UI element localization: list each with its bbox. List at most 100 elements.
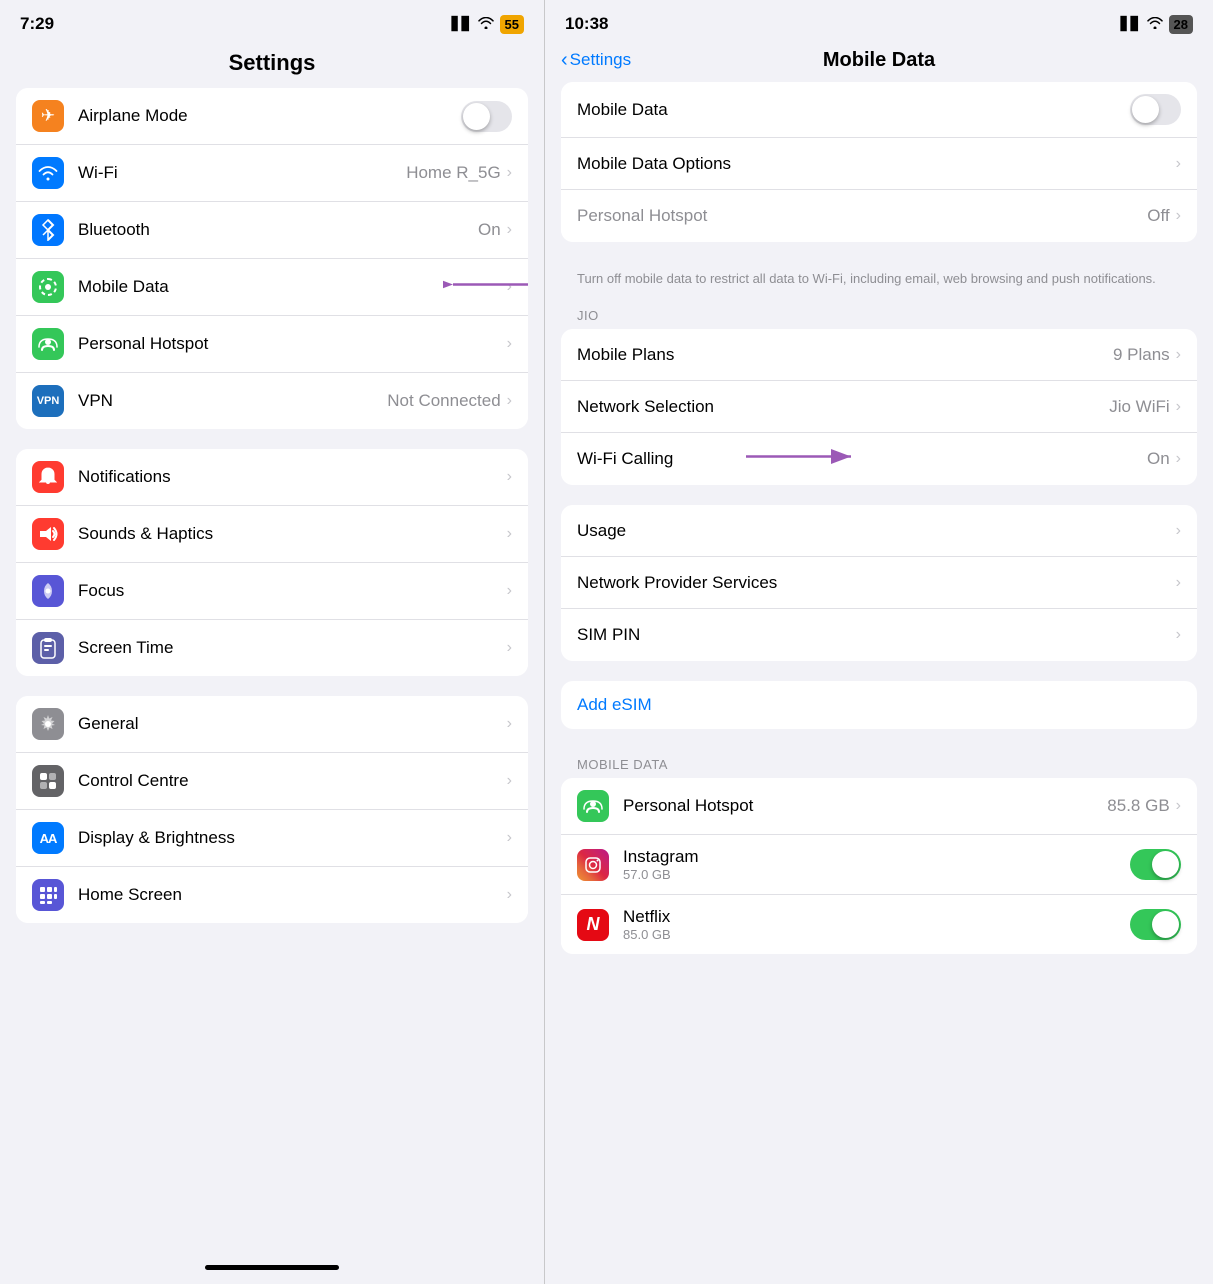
mobiledata-top-group: Mobile Data Mobile Data Options › Person… bbox=[561, 82, 1197, 242]
instagram-label: Instagram bbox=[623, 847, 1130, 867]
focus-icon bbox=[32, 575, 64, 607]
right-wifi-icon bbox=[1147, 17, 1163, 32]
left-title: Settings bbox=[16, 50, 528, 76]
more-group: Usage › Network Provider Services › SIM … bbox=[561, 505, 1197, 661]
left-panel: 7:29 ▋▊ 55 Settings ✈ Airplane Mode bbox=[0, 0, 545, 1284]
networkselection-value: Jio WiFi bbox=[1109, 397, 1169, 417]
usage-chevron: › bbox=[1176, 522, 1181, 540]
notifications-label: Notifications bbox=[78, 467, 507, 487]
connectivity-group: ✈ Airplane Mode Wi-Fi Home R_5G › bbox=[16, 88, 528, 429]
mobiledata-toggle-label: Mobile Data bbox=[577, 100, 1130, 120]
personalhotspot-app-row[interactable]: Personal Hotspot 85.8 GB › bbox=[561, 778, 1197, 835]
right-title: Mobile Data bbox=[823, 49, 935, 72]
notifications-row[interactable]: Notifications › bbox=[16, 449, 528, 506]
add-esim-button[interactable]: Add eSIM bbox=[561, 681, 1197, 729]
mobiledata-label: Mobile Data bbox=[78, 277, 507, 297]
mobiledata-toggle-switch[interactable] bbox=[1130, 94, 1181, 125]
networkprovider-row[interactable]: Network Provider Services › bbox=[561, 557, 1197, 609]
bluetooth-icon bbox=[32, 214, 64, 246]
mobiledata-row[interactable]: Mobile Data › bbox=[16, 259, 528, 316]
mobile-data-apps-group: Personal Hotspot 85.8 GB › Instagram 57.… bbox=[561, 778, 1197, 954]
wifi-label: Wi-Fi bbox=[78, 163, 406, 183]
wificalling-row[interactable]: Wi-Fi Calling On › bbox=[561, 433, 1197, 485]
focus-row[interactable]: Focus › bbox=[16, 563, 528, 620]
instagram-row[interactable]: Instagram 57.0 GB bbox=[561, 835, 1197, 895]
wificalling-value: On bbox=[1147, 449, 1170, 469]
homescreen-icon bbox=[32, 879, 64, 911]
left-settings-content: ✈ Airplane Mode Wi-Fi Home R_5G › bbox=[0, 88, 544, 1255]
bluetooth-label: Bluetooth bbox=[78, 220, 478, 240]
wifi-status-icon bbox=[478, 17, 494, 32]
system-group: Notifications › Sounds & Haptics › bbox=[16, 449, 528, 676]
sounds-icon bbox=[32, 518, 64, 550]
left-time: 7:29 bbox=[20, 14, 54, 34]
mobile-data-section-label: MOBILE DATA bbox=[561, 749, 1197, 778]
general-row[interactable]: General › bbox=[16, 696, 528, 753]
mobiledataoptions-row[interactable]: Mobile Data Options › bbox=[561, 138, 1197, 190]
netflix-toggle[interactable] bbox=[1130, 909, 1181, 940]
displaybrightness-icon: AA bbox=[32, 822, 64, 854]
right-personalhotspot-chevron: › bbox=[1176, 207, 1181, 225]
back-chevron-icon: ‹ bbox=[561, 50, 568, 70]
networkselection-label: Network Selection bbox=[577, 397, 1109, 417]
netflix-row[interactable]: N Netflix 85.0 GB bbox=[561, 895, 1197, 954]
general-label: General bbox=[78, 714, 507, 734]
displaybrightness-row[interactable]: AA Display & Brightness › bbox=[16, 810, 528, 867]
right-time: 10:38 bbox=[565, 14, 608, 34]
left-home-indicator bbox=[205, 1265, 339, 1270]
mobileplans-row[interactable]: Mobile Plans 9 Plans › bbox=[561, 329, 1197, 381]
simpin-label: SIM PIN bbox=[577, 625, 1176, 645]
mobileplans-label: Mobile Plans bbox=[577, 345, 1113, 365]
mobiledataoptions-label: Mobile Data Options bbox=[577, 154, 1176, 174]
screentime-icon bbox=[32, 632, 64, 664]
mobiledata-chevron: › bbox=[507, 278, 512, 296]
vpn-icon: VPN bbox=[32, 385, 64, 417]
screentime-chevron: › bbox=[507, 639, 512, 657]
personalhotspot-label: Personal Hotspot bbox=[78, 334, 507, 354]
focus-chevron: › bbox=[507, 582, 512, 600]
vpn-chevron: › bbox=[507, 392, 512, 410]
instagram-icon bbox=[577, 849, 609, 881]
airplane-label: Airplane Mode bbox=[78, 106, 461, 126]
instagram-sub: 57.0 GB bbox=[623, 867, 1130, 882]
controlcentre-row[interactable]: Control Centre › bbox=[16, 753, 528, 810]
networkprovider-chevron: › bbox=[1176, 574, 1181, 592]
mobile-data-info: Turn off mobile data to restrict all dat… bbox=[561, 262, 1197, 300]
personalhotspot-chevron: › bbox=[507, 335, 512, 353]
controlcentre-label: Control Centre bbox=[78, 771, 507, 791]
homescreen-row[interactable]: Home Screen › bbox=[16, 867, 528, 923]
right-status-icons: ▋▊ 28 bbox=[1121, 15, 1193, 34]
sounds-row[interactable]: Sounds & Haptics › bbox=[16, 506, 528, 563]
left-status-bar: 7:29 ▋▊ 55 bbox=[0, 0, 544, 42]
simpin-row[interactable]: SIM PIN › bbox=[561, 609, 1197, 661]
airplane-toggle[interactable] bbox=[461, 101, 512, 132]
mobiledata-icon bbox=[32, 271, 64, 303]
vpn-row[interactable]: VPN VPN Not Connected › bbox=[16, 373, 528, 429]
right-status-bar: 10:38 ▋▊ 28 bbox=[545, 0, 1213, 42]
netflix-icon: N bbox=[577, 909, 609, 941]
bluetooth-row[interactable]: Bluetooth On › bbox=[16, 202, 528, 259]
netflix-label: Netflix bbox=[623, 907, 1130, 927]
wifi-row[interactable]: Wi-Fi Home R_5G › bbox=[16, 145, 528, 202]
networkselection-row[interactable]: Network Selection Jio WiFi › bbox=[561, 381, 1197, 433]
left-battery: 55 bbox=[500, 15, 524, 34]
simpin-chevron: › bbox=[1176, 626, 1181, 644]
general-chevron: › bbox=[507, 715, 512, 733]
personalhotspot-row[interactable]: Personal Hotspot › bbox=[16, 316, 528, 373]
right-personalhotspot-row[interactable]: Personal Hotspot Off › bbox=[561, 190, 1197, 242]
instagram-toggle[interactable] bbox=[1130, 849, 1181, 880]
usage-label: Usage bbox=[577, 521, 1176, 541]
right-personalhotspot-value: Off bbox=[1147, 206, 1169, 226]
right-nav-header: ‹ Settings Mobile Data bbox=[545, 42, 1213, 82]
personalhotspot-app-label: Personal Hotspot bbox=[623, 796, 1107, 816]
airplane-row[interactable]: ✈ Airplane Mode bbox=[16, 88, 528, 145]
focus-label: Focus bbox=[78, 581, 507, 601]
controlcentre-icon bbox=[32, 765, 64, 797]
notifications-chevron: › bbox=[507, 468, 512, 486]
personalhotspot-app-value: 85.8 GB bbox=[1107, 796, 1169, 816]
wifi-value: Home R_5G bbox=[406, 163, 500, 183]
mobiledata-toggle-row[interactable]: Mobile Data bbox=[561, 82, 1197, 138]
screentime-row[interactable]: Screen Time › bbox=[16, 620, 528, 676]
back-button[interactable]: ‹ Settings bbox=[561, 50, 631, 70]
usage-row[interactable]: Usage › bbox=[561, 505, 1197, 557]
